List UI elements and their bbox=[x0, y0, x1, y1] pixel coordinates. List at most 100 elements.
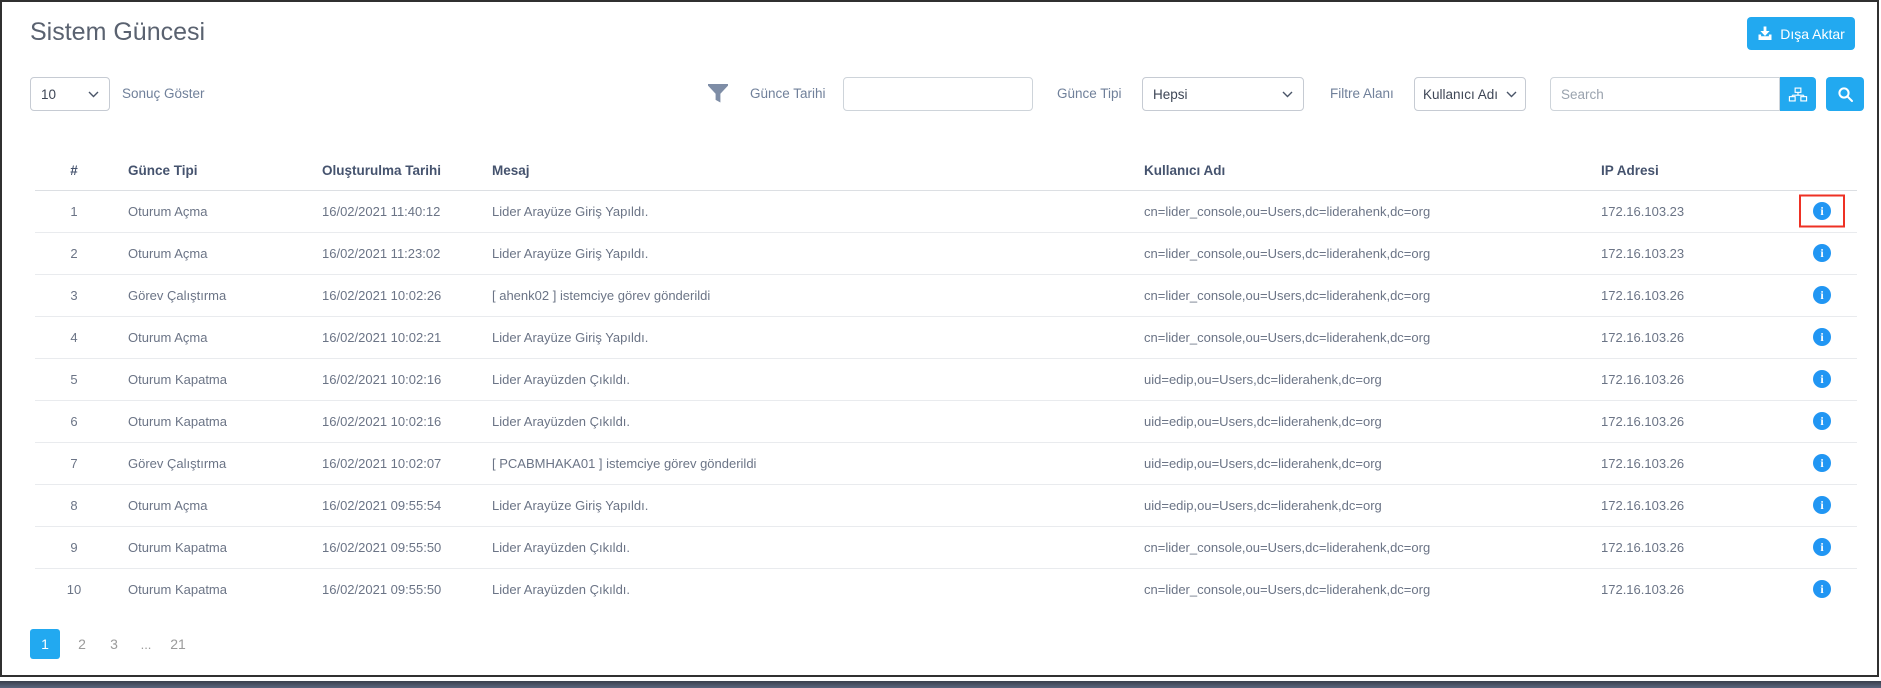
pagination-page-21[interactable]: 21 bbox=[168, 629, 188, 659]
date-filter-input[interactable] bbox=[843, 77, 1033, 111]
funnel-icon[interactable] bbox=[707, 83, 729, 109]
cell-type: Oturum Açma bbox=[113, 231, 307, 274]
cell-type: Oturum Kapatma bbox=[113, 357, 307, 400]
cell-created: 16/02/2021 09:55:54 bbox=[307, 483, 477, 526]
cell-user: uid=edip,ou=Users,dc=liderahenk,dc=org bbox=[1129, 441, 1586, 484]
cell-created: 16/02/2021 10:02:07 bbox=[307, 441, 477, 484]
cell-user: cn=lider_console,ou=Users,dc=liderahenk,… bbox=[1129, 231, 1586, 274]
type-filter-select[interactable]: Hepsi bbox=[1142, 77, 1304, 111]
cell-actions: i bbox=[1787, 357, 1857, 400]
chevron-down-icon bbox=[1506, 91, 1517, 98]
cell-ip: 172.16.103.23 bbox=[1586, 231, 1787, 274]
column-header-actions bbox=[1787, 152, 1857, 191]
cell-ip: 172.16.103.26 bbox=[1586, 441, 1787, 484]
column-header-3: Oluşturulma Tarihi bbox=[307, 152, 477, 191]
table-row: 6 Oturum Kapatma 16/02/2021 10:02:16 Lider … bbox=[35, 399, 1857, 442]
column-header-6: IP Adresi bbox=[1586, 152, 1787, 191]
table-row: 9 Oturum Kapatma 16/02/2021 09:55:50 Lider … bbox=[35, 525, 1857, 568]
cell-type: Oturum Kapatma bbox=[113, 567, 307, 610]
cell-message: Lider Arayüze Giriş Yapıldı. bbox=[477, 315, 1129, 358]
cell-message: [ PCABMHAKA01 ] istemciye görev gönderil… bbox=[477, 441, 1129, 484]
filter-field-label: Filtre Alanı bbox=[1330, 86, 1394, 101]
cell-created: 16/02/2021 11:23:02 bbox=[307, 231, 477, 274]
pagination-page-3[interactable]: 3 bbox=[104, 629, 124, 659]
cell-type: Görev Çalıştırma bbox=[113, 441, 307, 484]
cell-actions: i bbox=[1787, 315, 1857, 358]
cell-created: 16/02/2021 10:02:21 bbox=[307, 315, 477, 358]
type-filter-label: Günce Tipi bbox=[1057, 86, 1122, 101]
table-row: 5 Oturum Kapatma 16/02/2021 10:02:16 Lider … bbox=[35, 357, 1857, 400]
cell-type: Görev Çalıştırma bbox=[113, 273, 307, 316]
info-icon[interactable]: i bbox=[1813, 328, 1831, 346]
cell-created: 16/02/2021 09:55:50 bbox=[307, 567, 477, 610]
cell-index: 2 bbox=[35, 231, 113, 274]
search-button[interactable] bbox=[1826, 77, 1864, 111]
search-input[interactable] bbox=[1550, 77, 1780, 111]
cell-user: uid=edip,ou=Users,dc=liderahenk,dc=org bbox=[1129, 357, 1586, 400]
table-row: 3 Görev Çalıştırma 16/02/2021 10:02:26[ ah… bbox=[35, 273, 1857, 316]
info-icon[interactable]: i bbox=[1813, 454, 1831, 472]
column-header-1: # bbox=[35, 152, 113, 191]
info-icon[interactable]: i bbox=[1813, 202, 1831, 220]
cell-index: 8 bbox=[35, 483, 113, 526]
table-row: 2 Oturum Açma 16/02/2021 11:23:02 Lider Ara… bbox=[35, 231, 1857, 274]
cell-user: uid=edip,ou=Users,dc=liderahenk,dc=org bbox=[1129, 399, 1586, 442]
cell-message: Lider Arayüzden Çıkıldı. bbox=[477, 357, 1129, 400]
cell-ip: 172.16.103.26 bbox=[1586, 315, 1787, 358]
cell-message: [ ahenk02 ] istemciye görev gönderildi bbox=[477, 273, 1129, 316]
table-row: 4 Oturum Açma 16/02/2021 10:02:21 Lider Ara… bbox=[35, 315, 1857, 358]
table-row: 1 Oturum Açma 16/02/2021 11:40:12 Lider Ara… bbox=[35, 189, 1857, 232]
cell-created: 16/02/2021 11:40:12 bbox=[307, 189, 477, 232]
cell-message: Lider Arayüzden Çıkıldı. bbox=[477, 567, 1129, 610]
info-icon[interactable]: i bbox=[1813, 538, 1831, 556]
cell-actions: i bbox=[1787, 399, 1857, 442]
cell-created: 16/02/2021 10:02:26 bbox=[307, 273, 477, 316]
cell-message: Lider Arayüzden Çıkıldı. bbox=[477, 399, 1129, 442]
sitemap-icon bbox=[1788, 86, 1808, 103]
table-row: 10 Oturum Kapatma 16/02/2021 09:55:50 Lider… bbox=[35, 567, 1857, 610]
info-icon[interactable]: i bbox=[1813, 244, 1831, 262]
window-bottom-edge bbox=[0, 681, 1881, 688]
cell-index: 5 bbox=[35, 357, 113, 400]
cell-actions: i bbox=[1787, 189, 1857, 232]
download-icon bbox=[1757, 26, 1773, 41]
cell-created: 16/02/2021 10:02:16 bbox=[307, 357, 477, 400]
cell-actions: i bbox=[1787, 231, 1857, 274]
chevron-down-icon bbox=[1282, 91, 1293, 98]
cell-ip: 172.16.103.26 bbox=[1586, 357, 1787, 400]
page-title: Sistem Güncesi bbox=[30, 18, 206, 46]
cell-user: cn=lider_console,ou=Users,dc=liderahenk,… bbox=[1129, 525, 1586, 568]
cell-ip: 172.16.103.23 bbox=[1586, 189, 1787, 232]
search-icon bbox=[1837, 86, 1854, 103]
filter-field-select[interactable]: Kullanıcı Adı bbox=[1414, 77, 1526, 111]
cell-actions: i bbox=[1787, 441, 1857, 484]
cell-actions: i bbox=[1787, 567, 1857, 610]
info-icon[interactable]: i bbox=[1813, 496, 1831, 514]
cell-type: Oturum Açma bbox=[113, 315, 307, 358]
column-header-2: Günce Tipi bbox=[113, 152, 307, 191]
cell-actions: i bbox=[1787, 483, 1857, 526]
info-icon[interactable]: i bbox=[1813, 286, 1831, 304]
tree-search-button[interactable] bbox=[1780, 77, 1816, 111]
export-button-label: Dışa Aktar bbox=[1780, 25, 1845, 42]
cell-actions: i bbox=[1787, 525, 1857, 568]
cell-ip: 172.16.103.26 bbox=[1586, 525, 1787, 568]
app-window: Sistem Güncesi Dışa Aktar 10 Sonuç Göste… bbox=[0, 0, 1879, 677]
cell-created: 16/02/2021 10:02:16 bbox=[307, 399, 477, 442]
cell-message: Lider Arayüze Giriş Yapıldı. bbox=[477, 189, 1129, 232]
info-icon[interactable]: i bbox=[1813, 412, 1831, 430]
table-row: 7 Görev Çalıştırma 16/02/2021 10:02:07[ PC… bbox=[35, 441, 1857, 484]
cell-message: Lider Arayüze Giriş Yapıldı. bbox=[477, 231, 1129, 274]
export-button[interactable]: Dışa Aktar bbox=[1747, 17, 1855, 50]
info-icon[interactable]: i bbox=[1813, 370, 1831, 388]
cell-type: Oturum Açma bbox=[113, 189, 307, 232]
pagination-page-1[interactable]: 1 bbox=[30, 629, 60, 659]
table-header-row: # Günce Tipi Oluşturulma Tarihi Mesaj Kullan… bbox=[35, 152, 1857, 191]
page-size-select[interactable]: 10 bbox=[30, 77, 110, 111]
cell-index: 10 bbox=[35, 567, 113, 610]
info-icon[interactable]: i bbox=[1813, 580, 1831, 599]
type-filter-value: Hepsi bbox=[1153, 86, 1188, 102]
column-header-4: Mesaj bbox=[477, 152, 1129, 191]
cell-message: Lider Arayüze Giriş Yapıldı. bbox=[477, 483, 1129, 526]
pagination-page-2[interactable]: 2 bbox=[72, 629, 92, 659]
